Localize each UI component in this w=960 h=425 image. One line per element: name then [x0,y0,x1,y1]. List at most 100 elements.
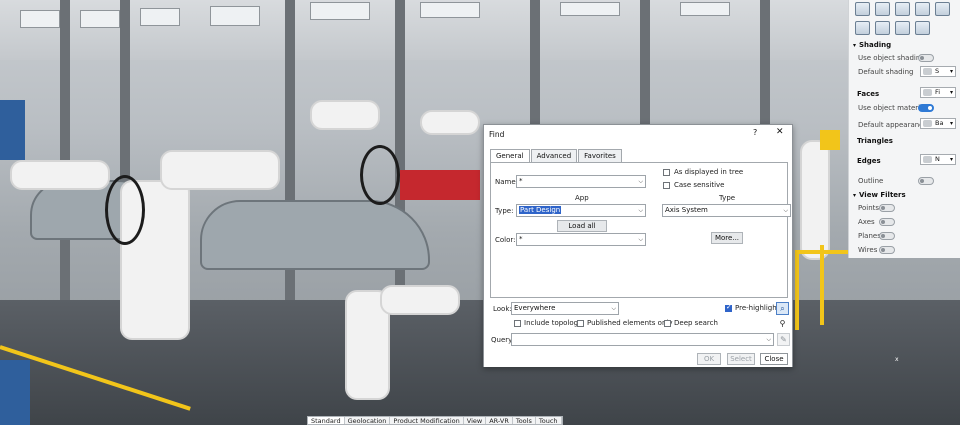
tab-touch[interactable]: Touch [536,417,562,425]
default-shading-label: Default shading [858,68,914,76]
collapse-arrow-icon: ▾ [853,42,857,49]
close-icon[interactable]: ✕ [776,127,784,137]
factory-column [285,0,295,330]
robot-arm [800,140,830,260]
query-input[interactable]: ⌵ [511,333,774,346]
red-equipment [400,170,480,200]
tab-geolocation[interactable]: Geolocation [345,417,391,425]
find-dialog: Find ? ✕ General Advanced Favorites Name… [483,124,793,367]
tab-favorites[interactable]: Favorites [578,149,622,162]
wires-label: Wires [858,246,878,254]
search-icon[interactable]: ⌕ [776,302,789,315]
tab-ar-vr[interactable]: AR-VR [486,417,513,425]
app-select[interactable]: Part Design ⌵ [516,204,646,217]
robot-arm [160,150,280,190]
render-mode-icon[interactable] [915,2,930,16]
render-mode-icon[interactable] [875,2,890,16]
tab-advanced[interactable]: Advanced [530,149,578,162]
yellow-rail [820,130,840,150]
outline-toggle[interactable] [918,177,934,185]
default-shading-select[interactable]: S ▾ [920,66,956,77]
close-button[interactable]: Close [760,353,788,365]
deep-search-checkbox[interactable] [664,320,671,327]
chevron-down-icon: ▾ [949,89,953,96]
edges-title: Edges [857,157,881,165]
view-filters-section-header[interactable]: ▾ View Filters [853,191,906,199]
robot-cable [105,175,145,245]
more-button[interactable]: More... [711,232,743,244]
case-sensitive-checkbox[interactable] [663,182,670,189]
binoculars-icon[interactable]: ⚲ [776,317,789,330]
look-select[interactable]: Everywhere ⌵ [511,302,619,315]
color-label: Color: [495,236,516,244]
shading-section-header[interactable]: ▾ Shading [853,41,891,49]
appearance-icon [923,120,932,127]
case-sensitive-label: Case sensitive [674,181,725,189]
type-select[interactable]: Axis System ⌵ [662,204,791,217]
tab-product-modification[interactable]: Product Modification [390,417,464,425]
robot-arm [420,110,480,135]
render-mode-icon[interactable] [895,2,910,16]
type-column-header: Type [719,194,736,202]
color-select[interactable]: * ⌵ [516,233,646,246]
edges-select[interactable]: N ▾ [920,154,956,165]
render-toolbar-row2 [849,19,960,37]
bottom-command-tabs: Standard Geolocation Product Modificatio… [307,416,563,425]
chevron-down-icon: ⌵ [611,305,616,312]
edges-value: N [935,155,940,163]
faces-icon [923,89,932,96]
color-value: * [519,235,523,243]
wires-toggle[interactable] [879,246,895,254]
points-label: Points [858,204,880,212]
edges-section-header[interactable]: Edges [857,157,881,165]
faces-title: Faces [857,90,880,98]
default-appearance-select[interactable]: Ba ▾ [920,118,956,129]
use-object-material-toggle[interactable] [918,104,934,112]
ok-button[interactable]: OK [697,353,721,365]
name-value: * [519,177,523,185]
planes-toggle[interactable] [879,232,895,240]
name-input[interactable]: * ⌵ [516,175,646,188]
render-mode-icon[interactable] [915,21,930,35]
3d-viewport[interactable]: x [0,0,960,425]
faces-section-header[interactable]: Faces [857,90,879,98]
render-mode-icon[interactable] [855,21,870,35]
chevron-down-icon: ▾ [949,68,953,75]
as-displayed-in-tree-checkbox[interactable] [663,169,670,176]
factory-window [140,8,180,26]
pre-highlight-checkbox[interactable] [725,303,732,312]
points-toggle[interactable] [879,204,895,212]
tab-view[interactable]: View [464,417,487,425]
use-object-material-label: Use object material [858,104,927,112]
tab-tools[interactable]: Tools [513,417,536,425]
robot-arm [310,100,380,130]
render-mode-icon[interactable] [855,2,870,16]
name-label: Name: [495,178,519,186]
chevron-down-icon: ⌵ [638,236,643,243]
load-all-types-button[interactable]: Load all types [557,220,607,240]
factory-window [310,2,370,20]
select-button[interactable]: Select [727,353,755,365]
render-mode-icon[interactable] [935,2,950,16]
faces-value: Fi [935,88,941,96]
faces-select[interactable]: Fi ▾ [920,87,956,98]
factory-window [560,2,620,16]
query-builder-icon[interactable]: ✎ [777,333,790,346]
triangles-section-header[interactable]: Triangles [857,137,893,145]
tab-general[interactable]: General [490,149,530,163]
factory-window [680,2,730,16]
shading-title: Shading [859,41,892,49]
published-elements-only-label: Published elements only [587,319,673,327]
use-object-shading-toggle[interactable] [918,54,934,62]
published-elements-only-checkbox[interactable] [577,320,584,327]
render-mode-icon[interactable] [875,21,890,35]
yellow-rail [820,245,824,325]
tab-standard[interactable]: Standard [308,417,345,425]
include-topology-checkbox[interactable] [514,320,521,327]
axes-toggle[interactable] [879,218,895,226]
include-topology-label: Include topology [524,319,583,327]
help-icon[interactable]: ? [753,128,757,137]
render-mode-icon[interactable] [895,21,910,35]
type-value: Axis System [665,206,708,214]
chevron-down-icon: ⌵ [638,207,643,214]
